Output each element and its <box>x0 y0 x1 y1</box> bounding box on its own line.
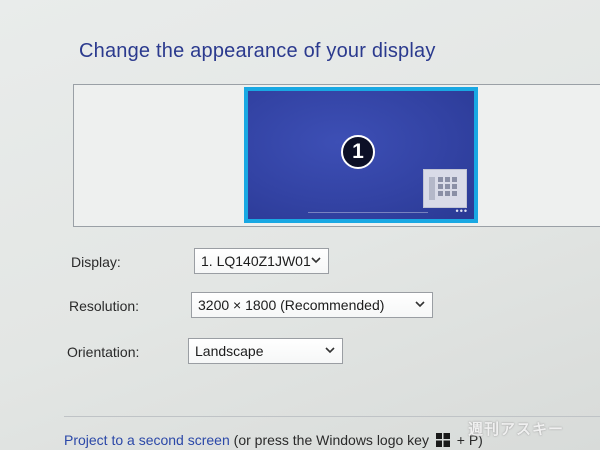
resolution-dropdown-value: 3200 × 1800 (Recommended) <box>198 297 385 313</box>
display-dropdown[interactable]: 1. LQ140Z1JW01 <box>194 248 329 274</box>
chevron-down-icon <box>311 257 321 264</box>
display-preview-area: 1 ••• <box>73 84 600 227</box>
display-dropdown-value: 1. LQ140Z1JW01 <box>201 253 311 269</box>
display-label: Display: <box>71 254 121 270</box>
project-second-screen-link[interactable]: Project to a second screen <box>64 432 230 448</box>
project-second-screen-hint: Project to a second screen (or press the… <box>64 432 483 448</box>
chevron-down-icon <box>325 347 335 354</box>
windows-logo-icon <box>435 433 450 447</box>
orientation-label: Orientation: <box>67 344 140 360</box>
resolution-label: Resolution: <box>69 298 140 314</box>
page-title: Change the appearance of your display <box>79 40 436 62</box>
monitor-taskbar-line <box>308 212 428 213</box>
publisher-watermark: 週刊アスキー <box>468 420 565 438</box>
start-screen-tiles-icon <box>424 170 466 207</box>
orientation-dropdown-value: Landscape <box>195 343 264 359</box>
footer-hint-text: (or press the Windows logo key <box>229 432 433 448</box>
section-divider <box>64 416 600 417</box>
monitor-dots-indicator: ••• <box>455 206 468 216</box>
monitor-1-preview[interactable]: 1 ••• <box>244 87 478 223</box>
orientation-dropdown[interactable]: Landscape <box>188 338 343 364</box>
resolution-dropdown[interactable]: 3200 × 1800 (Recommended) <box>191 292 433 318</box>
display-settings-page: Change the appearance of your display 1 … <box>0 0 600 450</box>
monitor-number-badge: 1 <box>341 135 375 169</box>
chevron-down-icon <box>415 301 425 308</box>
